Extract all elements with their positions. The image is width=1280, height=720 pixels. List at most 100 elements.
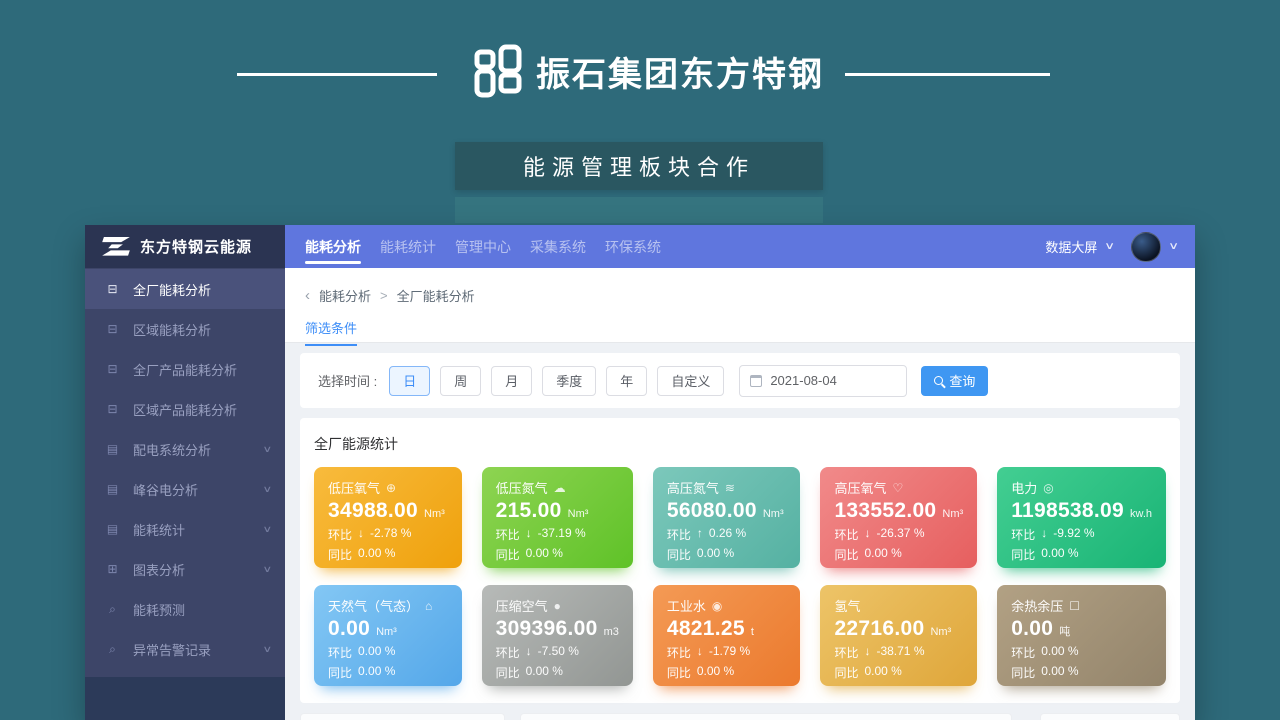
nav-tab-1[interactable]: 能耗分析 <box>305 225 361 268</box>
stat-card-name: 电力◎ <box>1011 478 1152 497</box>
menu-icon: ⊟ <box>105 282 120 296</box>
breadcrumb-section[interactable]: 能耗分析 <box>319 286 371 305</box>
slide-title: 振石集团东方特钢 <box>536 47 824 96</box>
arrow-down-icon: ↓ <box>864 644 870 661</box>
ring-ratio-row: 环比0.00 % <box>1011 644 1152 661</box>
year-ratio-label: 同比 <box>328 664 352 681</box>
year-ratio-value: 0.00 % <box>1041 546 1078 563</box>
nav-tab-5[interactable]: 环保系统 <box>605 225 661 268</box>
year-ratio-value: 0.00 % <box>697 546 734 563</box>
sidebar-item-3[interactable]: ⊟全厂产品能耗分析 <box>85 349 285 389</box>
arrow-down-icon: ↓ <box>864 526 870 543</box>
stat-card-6: 天然气（气态）⌂0.00Nm³环比0.00 %同比0.00 % <box>314 585 462 686</box>
sidebar-item-10[interactable]: ⌕异常告警记录∨ <box>85 629 285 669</box>
stat-card-value: 0.00Nm³ <box>328 617 448 641</box>
search-icon <box>934 376 943 385</box>
breadcrumb-page: 全厂能耗分析 <box>397 286 475 305</box>
sidebar-item-8[interactable]: ⊞图表分析∨ <box>85 549 285 589</box>
stat-card-unit: t <box>751 626 754 638</box>
menu-icon: ⊟ <box>105 362 120 376</box>
time-option-2[interactable]: 周 <box>440 366 481 396</box>
ring-ratio-label: 环比 <box>834 526 858 543</box>
stat-card-number: 0.00 <box>328 617 370 641</box>
stat-card-unit: Nm³ <box>763 508 784 520</box>
sidebar-item-6[interactable]: ▤峰谷电分析∨ <box>85 469 285 509</box>
time-option-5[interactable]: 年 <box>606 366 647 396</box>
back-arrow-icon[interactable]: ‹ <box>305 291 310 301</box>
year-ratio-row: 同比0.00 % <box>328 664 448 681</box>
data-screen-link[interactable]: 数据大屏 <box>1045 237 1097 256</box>
sidebar-item-label: 全厂能耗分析 <box>133 280 211 299</box>
blocks-logo-icon <box>473 44 523 98</box>
chevron-down-icon[interactable]: ∨ <box>1168 241 1179 252</box>
brand-header: 振石集团东方特钢 <box>473 44 824 98</box>
stat-card-label: 余热余压 <box>1011 596 1063 615</box>
chevron-down-icon[interactable]: ∨ <box>1105 241 1116 252</box>
energy-type-icon: ☐ <box>1069 599 1080 613</box>
sidebar-item-label: 区域产品能耗分析 <box>133 400 237 419</box>
arrow-down-icon: ↓ <box>526 526 532 543</box>
energy-type-icon: ● <box>554 599 561 613</box>
ring-ratio-label: 环比 <box>834 644 858 661</box>
filter-panel: 选择时间 : 日周月季度年自定义 2021-08-04 查询 <box>300 353 1180 408</box>
ring-ratio-row: 环比↓-38.71 % <box>834 644 963 661</box>
sidebar-item-label: 能耗统计 <box>133 520 185 539</box>
arrow-down-icon: ↓ <box>1041 526 1047 543</box>
sidebar-item-1[interactable]: ⊟ 全厂能耗分析 <box>85 269 285 309</box>
sidebar-item-7[interactable]: ▤能耗统计∨ <box>85 509 285 549</box>
year-ratio-row: 同比0.00 % <box>834 664 963 681</box>
date-input[interactable]: 2021-08-04 <box>739 365 907 397</box>
year-ratio-row: 同比0.00 % <box>328 546 448 563</box>
stat-card-value: 309396.00m3 <box>496 617 619 641</box>
breadcrumb: ‹ 能耗分析 > 全厂能耗分析 <box>305 268 1175 305</box>
ring-ratio-row: 环比↓-2.78 % <box>328 526 448 543</box>
stat-card-number: 133552.00 <box>834 499 936 523</box>
sidebar-item-4[interactable]: ⊟区域产品能耗分析 <box>85 389 285 429</box>
nav-tab-2[interactable]: 能耗统计 <box>380 225 436 268</box>
time-option-4[interactable]: 季度 <box>542 366 596 396</box>
stat-card-name: 余热余压 ☐ <box>1011 596 1152 615</box>
query-button[interactable]: 查询 <box>921 366 988 396</box>
arrow-down-icon: ↓ <box>526 644 532 661</box>
stat-card-label: 电力 <box>1011 478 1037 497</box>
year-ratio-label: 同比 <box>667 664 691 681</box>
sidebar-item-label: 图表分析 <box>133 560 185 579</box>
menu-icon: ▤ <box>105 442 120 456</box>
top-nav-right: 数据大屏 ∨ ∨ <box>1045 232 1177 262</box>
sidebar-item-5[interactable]: ▤配电系统分析∨ <box>85 429 285 469</box>
time-option-6[interactable]: 自定义 <box>657 366 724 396</box>
time-option-3[interactable]: 月 <box>491 366 532 396</box>
stat-card-1: 低压氧气⊕34988.00Nm³环比↓-2.78 %同比0.00 % <box>314 467 462 568</box>
chevron-down-icon: ∨ <box>263 564 273 575</box>
stat-card-unit: 吨 <box>1059 623 1070 639</box>
ring-ratio-label: 环比 <box>328 644 352 661</box>
stat-card-label: 工业水 <box>667 596 706 615</box>
top-nav: 能耗分析能耗统计管理中心采集系统环保系统 数据大屏 ∨ ∨ <box>285 225 1195 268</box>
calendar-icon <box>750 375 762 387</box>
tab-filter-conditions[interactable]: 筛选条件 <box>305 318 357 346</box>
breadcrumb-strip: ‹ 能耗分析 > 全厂能耗分析 筛选条件 <box>285 268 1195 343</box>
arrow-down-icon: ↓ <box>358 526 364 543</box>
year-ratio-value: 0.00 % <box>864 546 901 563</box>
user-avatar[interactable] <box>1131 232 1161 262</box>
stat-card-name: 高压氮气≋ <box>667 478 787 497</box>
stat-card-unit: Nm³ <box>568 508 589 520</box>
nav-tab-3[interactable]: 管理中心 <box>455 225 511 268</box>
arrow-up-icon: ↑ <box>697 526 703 543</box>
stat-card-unit: kw.h <box>1130 508 1152 520</box>
stat-card-label: 天然气（气态） <box>328 596 419 615</box>
sidebar-item-2[interactable]: ⊟区域能耗分析 <box>85 309 285 349</box>
lower-panel <box>300 713 505 720</box>
ring-ratio-label: 环比 <box>496 526 520 543</box>
menu-icon: ⌕ <box>105 602 120 617</box>
stat-card-number: 4821.25 <box>667 617 745 641</box>
time-option-1[interactable]: 日 <box>389 366 430 396</box>
sidebar-item-9[interactable]: ⌕能耗预测 <box>85 589 285 629</box>
sidebar-item-label: 配电系统分析 <box>133 440 211 459</box>
slide-subtitle: 能源管理板块合作 <box>523 150 755 182</box>
energy-type-icon: ≋ <box>725 481 735 495</box>
decorative-line-left <box>237 73 437 76</box>
stat-card-name: 工业水◉ <box>667 596 787 615</box>
year-ratio-label: 同比 <box>1011 546 1035 563</box>
nav-tab-4[interactable]: 采集系统 <box>530 225 586 268</box>
